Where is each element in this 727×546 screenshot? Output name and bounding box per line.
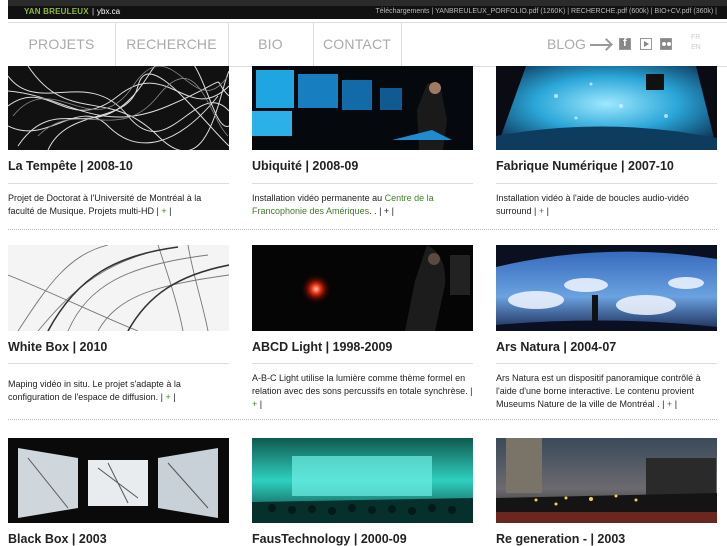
project-thumbnail[interactable] [496,245,717,331]
nav-bio[interactable]: BIO [228,23,314,66]
project-title[interactable]: FausTechnology | 2000-09 [252,532,407,546]
description-suffix: | [166,206,172,216]
project-thumbnail[interactable] [8,245,229,331]
top-bar: YAN BREULEUX | ybx.ca Téléchargements | … [0,0,727,22]
downloads-links[interactable]: Téléchargements | YANBREULEUX_PORFOLIO.p… [375,7,717,16]
divider [8,363,229,364]
project-title[interactable]: Re generation - | 2003 [496,532,625,546]
divider [496,363,717,364]
site-url-link[interactable]: ybx.ca [97,7,120,16]
description-text: Installation vidéo permanente au [252,193,385,203]
project-title[interactable]: White Box | 2010 [8,340,107,354]
header-separator: | [92,7,95,16]
project-title[interactable]: Fabrique Numérique | 2007-10 [496,159,674,173]
description-text: Projet de Doctorat à l'Université de Mon… [8,193,202,216]
nav-contact[interactable]: CONTACT [313,23,402,66]
divider [252,363,473,364]
divider [496,183,717,184]
description-suffix: | [170,392,176,402]
flickr-icon[interactable] [660,38,672,50]
project-thumbnail[interactable] [496,438,717,523]
project-thumbnail[interactable] [8,66,229,150]
description-suffix: . . | + | [369,206,395,216]
project-thumbnail[interactable] [252,66,473,150]
arrow-right-icon[interactable] [590,44,610,46]
description-suffix: | [672,399,678,409]
divider [252,183,473,184]
project-description: Installation vidéo à l'aide de boucles a… [496,192,717,218]
nav-projets[interactable]: PROJETS [8,23,116,66]
row-divider [8,419,717,420]
project-title[interactable]: Ubiquité | 2008-09 [252,159,358,173]
facebook-icon[interactable] [619,37,631,50]
project-title[interactable]: Ars Natura | 2004-07 [496,340,616,354]
project-description: A-B-C Light utilise la lumière comme thè… [252,372,473,411]
main-nav: PROJETS RECHERCHE BIO CONTACT BLOG FR EN [8,22,727,67]
project-description: Ars Natura est un dispositif panoramique… [496,372,717,411]
project-thumbnail[interactable] [252,438,473,523]
lang-fr-link[interactable]: FR [691,34,700,41]
row-divider [8,229,717,230]
lang-en-link[interactable]: EN [691,44,701,51]
description-suffix: | [544,206,549,216]
project-description: Maping vidéo in situ. Le projet s'adapte… [8,378,229,404]
project-thumbnail[interactable] [8,438,229,523]
nav-recherche[interactable]: RECHERCHE [115,23,229,66]
project-thumbnail[interactable] [496,66,717,150]
project-title[interactable]: Black Box | 2003 [8,532,107,546]
nav-blog[interactable]: BLOG [547,23,586,66]
project-title[interactable]: ABCD Light | 1998-2009 [252,340,392,354]
video-icon[interactable] [640,38,652,50]
project-description: Installation vidéo permanente au Centre … [252,192,473,218]
project-title[interactable]: La Tempête | 2008-10 [8,159,133,173]
description-suffix: | [257,399,263,409]
description-text: Installation vidéo à l'aide de boucles a… [496,193,689,216]
project-description: Projet de Doctorat à l'Université de Mon… [8,192,229,218]
description-text: A-B-C Light utilise la lumière comme thè… [252,373,473,396]
description-text: Maping vidéo in situ. Le projet s'adapte… [8,379,181,402]
project-thumbnail[interactable] [252,245,473,331]
site-name-link[interactable]: YAN BREULEUX [24,7,89,16]
divider [8,183,229,184]
